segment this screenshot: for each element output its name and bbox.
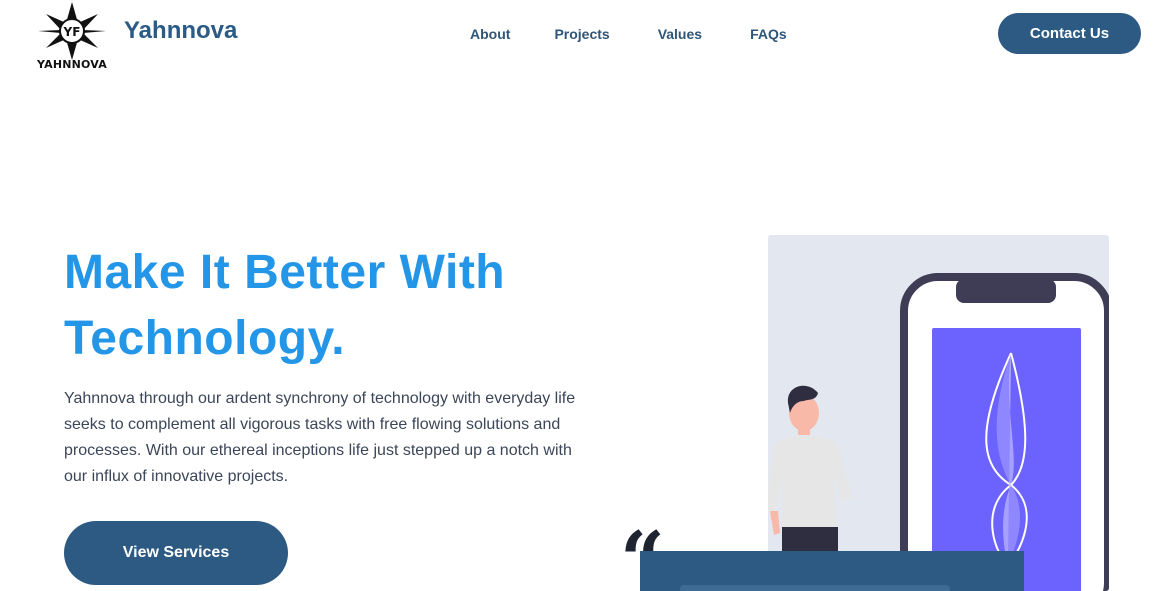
nav-about[interactable]: About: [470, 26, 510, 42]
brand-name[interactable]: Yahnnova: [124, 17, 237, 45]
main-nav: About Projects Values FAQs: [470, 26, 835, 42]
contact-us-button[interactable]: Contact Us: [998, 13, 1141, 54]
svg-text:YF: YF: [63, 25, 81, 39]
star-compass-logo-icon: YF: [38, 2, 106, 60]
site-header: YF YAHNNOVA Yahnnova About Projects Valu…: [0, 0, 1173, 80]
hero-title-line-1: Make It Better With: [64, 246, 506, 299]
logo[interactable]: YF YAHNNOVA: [34, 2, 110, 72]
testimonial-card: [640, 551, 1024, 591]
nav-values[interactable]: Values: [658, 26, 702, 42]
hero-illustration: [768, 235, 1109, 591]
nav-projects[interactable]: Projects: [554, 26, 609, 42]
hero-title-line-2: Technology.: [64, 312, 346, 365]
view-services-button[interactable]: View Services: [64, 521, 288, 585]
phone-and-person-illustration: [768, 273, 1109, 591]
hero-title: Make It Better With Technology.: [64, 240, 684, 372]
logo-wordmark: YAHNNOVA: [37, 58, 107, 71]
nav-faqs[interactable]: FAQs: [750, 26, 787, 42]
testimonial-text-placeholder: [680, 585, 950, 591]
hero-description: Yahnnova through our ardent synchrony of…: [64, 390, 576, 485]
